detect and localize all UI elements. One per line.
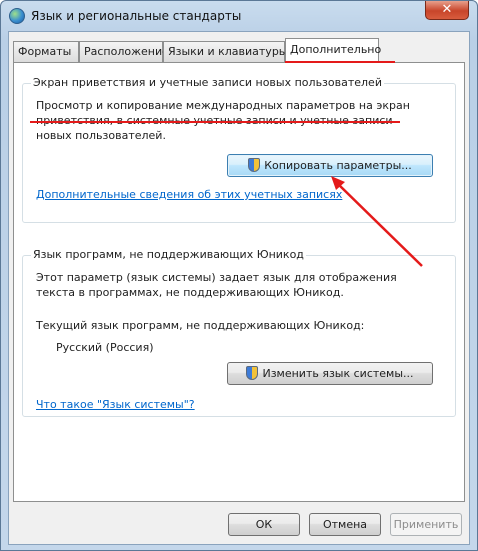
window-title: Язык и региональные стандарты	[31, 9, 242, 23]
welcome-group-title: Экран приветствия и учетные записи новых…	[31, 76, 384, 89]
uac-shield-icon	[248, 158, 261, 172]
more-info-accounts-link[interactable]: Дополнительные сведения об этих учетных …	[36, 188, 342, 201]
copy-settings-label: Копировать параметры...	[264, 159, 412, 172]
globe-icon	[9, 8, 25, 24]
welcome-screen-group: Экран приветствия и учетные записи новых…	[22, 76, 456, 223]
what-is-system-locale-link[interactable]: Что такое "Язык системы"?	[36, 398, 195, 411]
ok-button[interactable]: ОК	[228, 513, 300, 536]
tab-keyboards-languages[interactable]: Языки и клавиатуры	[163, 41, 288, 62]
annotation-underline-tab	[285, 61, 395, 63]
copy-settings-button[interactable]: Копировать параметры...	[227, 154, 433, 177]
change-system-locale-label: Изменить язык системы...	[262, 367, 414, 380]
close-button[interactable]: ✕	[425, 1, 469, 20]
tab-formats[interactable]: Форматы	[13, 41, 79, 62]
current-language-value: Русский (Россия)	[56, 341, 154, 354]
annotation-underline-group	[30, 121, 400, 123]
dialog-window: Язык и региональные стандарты ✕ Форматы …	[0, 0, 478, 551]
current-language-label: Текущий язык программ, не поддерживающих…	[36, 319, 365, 332]
nonunicode-group-title: Язык программ, не поддерживающих Юникод	[31, 248, 306, 261]
cancel-button[interactable]: Отмена	[309, 513, 381, 536]
tab-panel-administrative: Экран приветствия и учетные записи новых…	[13, 62, 465, 502]
dialog-client-area: Форматы Расположение Языки и клавиатуры …	[8, 31, 470, 545]
change-system-locale-button[interactable]: Изменить язык системы...	[227, 362, 433, 385]
tab-location[interactable]: Расположение	[79, 41, 169, 62]
title-bar[interactable]: Язык и региональные стандарты ✕	[1, 1, 477, 31]
uac-shield-icon	[246, 366, 259, 380]
apply-button: Применить	[390, 513, 462, 536]
nonunicode-group: Язык программ, не поддерживающих Юникод …	[22, 248, 456, 417]
nonunicode-group-description: Этот параметр (язык системы) задает язык…	[36, 271, 397, 299]
tab-administrative[interactable]: Дополнительно	[285, 38, 381, 63]
